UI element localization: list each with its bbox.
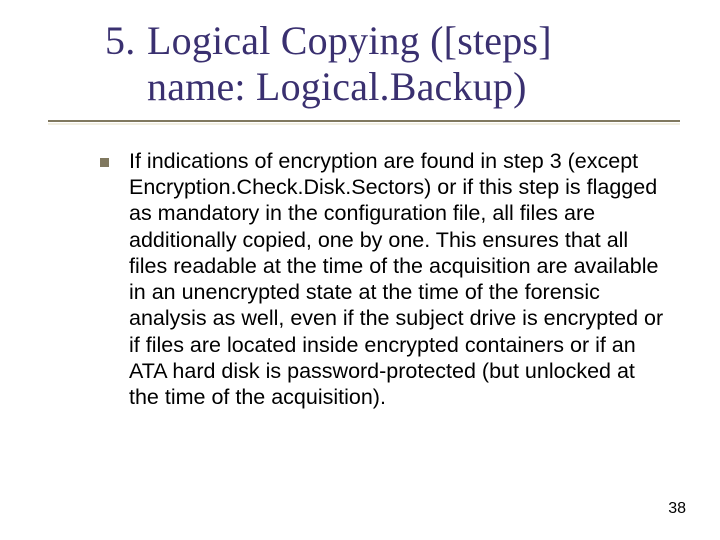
body-paragraph: If indications of encryption are found i… xyxy=(129,148,670,410)
title-line-2: name: Logical.Backup) xyxy=(105,64,690,110)
bullet-square-icon xyxy=(100,158,109,167)
title-line-1: 5.Logical Copying ([steps] xyxy=(105,18,690,64)
slide: 5.Logical Copying ([steps] name: Logical… xyxy=(0,0,720,540)
title-line-1-text: Logical Copying ([steps] xyxy=(147,18,552,63)
title-underline xyxy=(48,120,680,122)
bullet-item: If indications of encryption are found i… xyxy=(100,148,670,410)
page-number: 38 xyxy=(668,500,686,518)
body-content: If indications of encryption are found i… xyxy=(100,148,670,410)
title-list-number: 5. xyxy=(105,18,147,64)
slide-title: 5.Logical Copying ([steps] name: Logical… xyxy=(105,18,690,110)
